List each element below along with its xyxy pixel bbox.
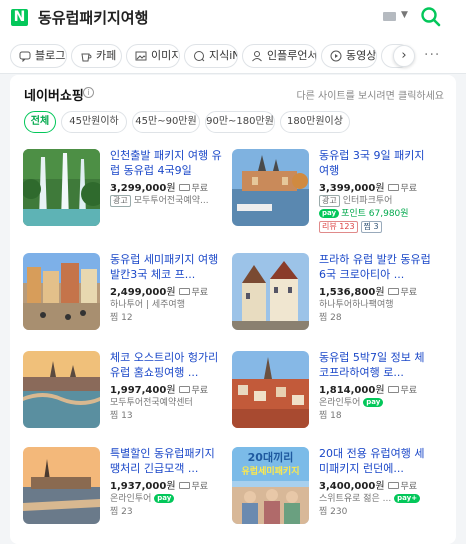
product-thumbnail[interactable] bbox=[23, 149, 100, 226]
truck-icon bbox=[387, 288, 399, 295]
product-item[interactable]: 20대끼리 유럽세미패키지 20대 전용 유럽여행 세미패키지 런던에... 3,… bbox=[232, 447, 447, 542]
product-zzim: 찜 230 bbox=[319, 507, 348, 517]
product-zzim: 찜 18 bbox=[319, 411, 342, 421]
section-title: 네이버쇼핑 bbox=[24, 89, 84, 104]
tab-cafe[interactable]: 카페 bbox=[71, 44, 122, 68]
chevron-right-icon[interactable]: › bbox=[393, 45, 415, 67]
filter-all[interactable]: 전체 bbox=[24, 111, 56, 133]
product-seller: 모두투어전국예약센터 bbox=[110, 398, 193, 408]
info-icon[interactable]: i bbox=[83, 87, 94, 98]
product-seller: 하나투어 | 세주여행 bbox=[110, 300, 185, 310]
filter-90-180[interactable]: 90만~180만원 bbox=[205, 111, 275, 133]
search-query[interactable]: 동유럽패키지여행 bbox=[38, 7, 148, 28]
tab-influencer[interactable]: 인플루언서 bbox=[242, 44, 317, 68]
more-dots-icon[interactable]: ··· bbox=[424, 47, 440, 63]
product-zzim: 찜 13 bbox=[110, 411, 133, 421]
product-seller: 온라인투어 pay bbox=[319, 395, 441, 408]
product-item[interactable]: 인천출발 패키지 여행 유럽 동유럽 4국9일 3,299,000원 무료 광고 모… bbox=[23, 149, 238, 244]
product-title[interactable]: 동유럽 3국 9일 패키지 여행 bbox=[319, 148, 431, 178]
truck-icon bbox=[387, 482, 399, 489]
npay-badge: pay bbox=[154, 494, 175, 503]
product-seller: 하나투어하나팩여행 bbox=[319, 300, 394, 310]
product-title[interactable]: 체코 오스트리아 헝가리 유럽 홈쇼핑여행 ... bbox=[110, 350, 222, 380]
other-site-link[interactable]: 다른 사이트를 보시려면 클릭하세요 bbox=[296, 87, 444, 102]
product-price: 1,536,800원 무료 bbox=[319, 287, 418, 298]
product-price: 1,937,000원 무료 bbox=[110, 481, 209, 492]
product-price: 3,299,000원 무료 bbox=[110, 183, 209, 194]
ad-badge: 광고 bbox=[110, 195, 131, 207]
blog-icon bbox=[19, 51, 31, 62]
product-item[interactable]: 프라하 유럽 발칸 동유럽 6국 크로아티아 ... 1,536,800원 무료 … bbox=[232, 253, 447, 348]
thumb-text-top: 20대끼리 bbox=[248, 450, 294, 464]
cafe-icon bbox=[81, 53, 92, 62]
product-thumbnail[interactable] bbox=[23, 253, 100, 330]
zzim-badge[interactable]: 찜 3 bbox=[360, 221, 382, 233]
product-title[interactable]: 동유럽 5박7일 정보 체코프라하여행 로... bbox=[319, 350, 431, 380]
product-item[interactable]: 동유럽 세미패키지 여행 발칸3국 체코 프... 2,499,000원 무료 하… bbox=[23, 253, 238, 348]
keyboard-icon[interactable] bbox=[383, 12, 396, 21]
product-seller: 스위트유로 젊은 ... pay+ bbox=[319, 491, 441, 504]
filter-over-180[interactable]: 180만원이상 bbox=[280, 111, 350, 133]
influencer-icon bbox=[252, 51, 262, 62]
truck-icon bbox=[178, 288, 190, 295]
review-badge[interactable]: 리뷰 123 bbox=[319, 221, 358, 233]
tab-knowledge-in[interactable]: 지식iN bbox=[184, 44, 238, 68]
product-title[interactable]: 특별할인 동유럽패키지 땡처리 긴급모객 ... bbox=[110, 446, 222, 476]
product-badges: 리뷰 123 찜 3 bbox=[319, 221, 382, 233]
product-seller: 광고 모두투어전국예약... bbox=[110, 193, 232, 207]
product-zzim: 찜 12 bbox=[110, 313, 133, 323]
product-thumbnail[interactable] bbox=[232, 149, 309, 226]
tab-blog[interactable]: 블로그 bbox=[10, 44, 67, 68]
product-seller: 광고 인터파크투어 bbox=[319, 193, 441, 207]
product-zzim: 찜 28 bbox=[319, 313, 342, 323]
product-seller: 온라인투어 pay bbox=[110, 491, 232, 504]
product-item[interactable]: 동유럽 5박7일 정보 체코프라하여행 로... 1,814,000원 무료 온라… bbox=[232, 351, 447, 446]
truck-icon bbox=[178, 386, 190, 393]
product-price: 1,997,400원 무료 bbox=[110, 385, 209, 396]
product-title[interactable]: 인천출발 패키지 여행 유럽 동유럽 4국9일 bbox=[110, 148, 222, 178]
product-title[interactable]: 20대 전용 유럽여행 세미패키지 런던에... bbox=[319, 446, 431, 476]
naver-logo[interactable]: N bbox=[11, 9, 28, 26]
tab-image[interactable]: 이미지 bbox=[126, 44, 180, 68]
image-icon bbox=[135, 51, 147, 61]
product-title[interactable]: 동유럽 세미패키지 여행 발칸3국 체코 프... bbox=[110, 252, 222, 282]
search-icon[interactable] bbox=[420, 6, 442, 28]
filter-under-45[interactable]: 45만원이하 bbox=[61, 111, 127, 133]
search-header: N 동유럽패키지여행 ▼ bbox=[0, 0, 466, 36]
tab-video[interactable]: 동영상 bbox=[321, 44, 377, 68]
product-thumbnail[interactable]: 20대끼리 유럽세미패키지 bbox=[232, 447, 309, 524]
qna-icon bbox=[194, 51, 205, 62]
product-thumbnail[interactable] bbox=[232, 351, 309, 428]
product-item[interactable]: 체코 오스트리아 헝가리 유럽 홈쇼핑여행 ... 1,997,400원 무료 모… bbox=[23, 351, 238, 446]
video-icon bbox=[330, 50, 342, 62]
product-item[interactable]: 동유럽 3국 9일 패키지 여행 3,399,000원 무료 광고 인터파크투어 p… bbox=[232, 149, 447, 244]
thumb-text-bottom: 유럽세미패키지 bbox=[242, 465, 300, 477]
truck-icon bbox=[387, 184, 399, 191]
product-zzim: 찜 23 bbox=[110, 507, 133, 517]
product-price: 3,400,000원 무료 bbox=[319, 481, 418, 492]
truck-icon bbox=[178, 184, 190, 191]
truck-icon bbox=[178, 482, 190, 489]
product-price: 3,399,000원 무료 bbox=[319, 183, 418, 194]
npay-badge: pay bbox=[319, 209, 340, 218]
product-price: 1,814,000원 무료 bbox=[319, 385, 418, 396]
filter-45-90[interactable]: 45만~90만원 bbox=[132, 111, 200, 133]
product-title[interactable]: 프라하 유럽 발칸 동유럽 6국 크로아티아 ... bbox=[319, 252, 431, 282]
product-price: 2,499,000원 무료 bbox=[110, 287, 209, 298]
product-thumbnail[interactable] bbox=[232, 253, 309, 330]
product-point: pay 포인트 67,980원 bbox=[319, 206, 409, 219]
truck-icon bbox=[387, 386, 399, 393]
npay-plus-badge: pay+ bbox=[394, 494, 421, 503]
shopping-card: 네이버쇼핑 i 다른 사이트를 보시려면 클릭하세요 전체 45만원이하 45만… bbox=[10, 75, 456, 544]
product-thumbnail[interactable] bbox=[23, 351, 100, 428]
product-item[interactable]: 특별할인 동유럽패키지 땡처리 긴급모객 ... 1,937,000원 무료 온라… bbox=[23, 447, 238, 542]
npay-badge: pay bbox=[363, 398, 384, 407]
chevron-down-icon[interactable]: ▼ bbox=[401, 10, 408, 20]
product-thumbnail[interactable] bbox=[23, 447, 100, 524]
